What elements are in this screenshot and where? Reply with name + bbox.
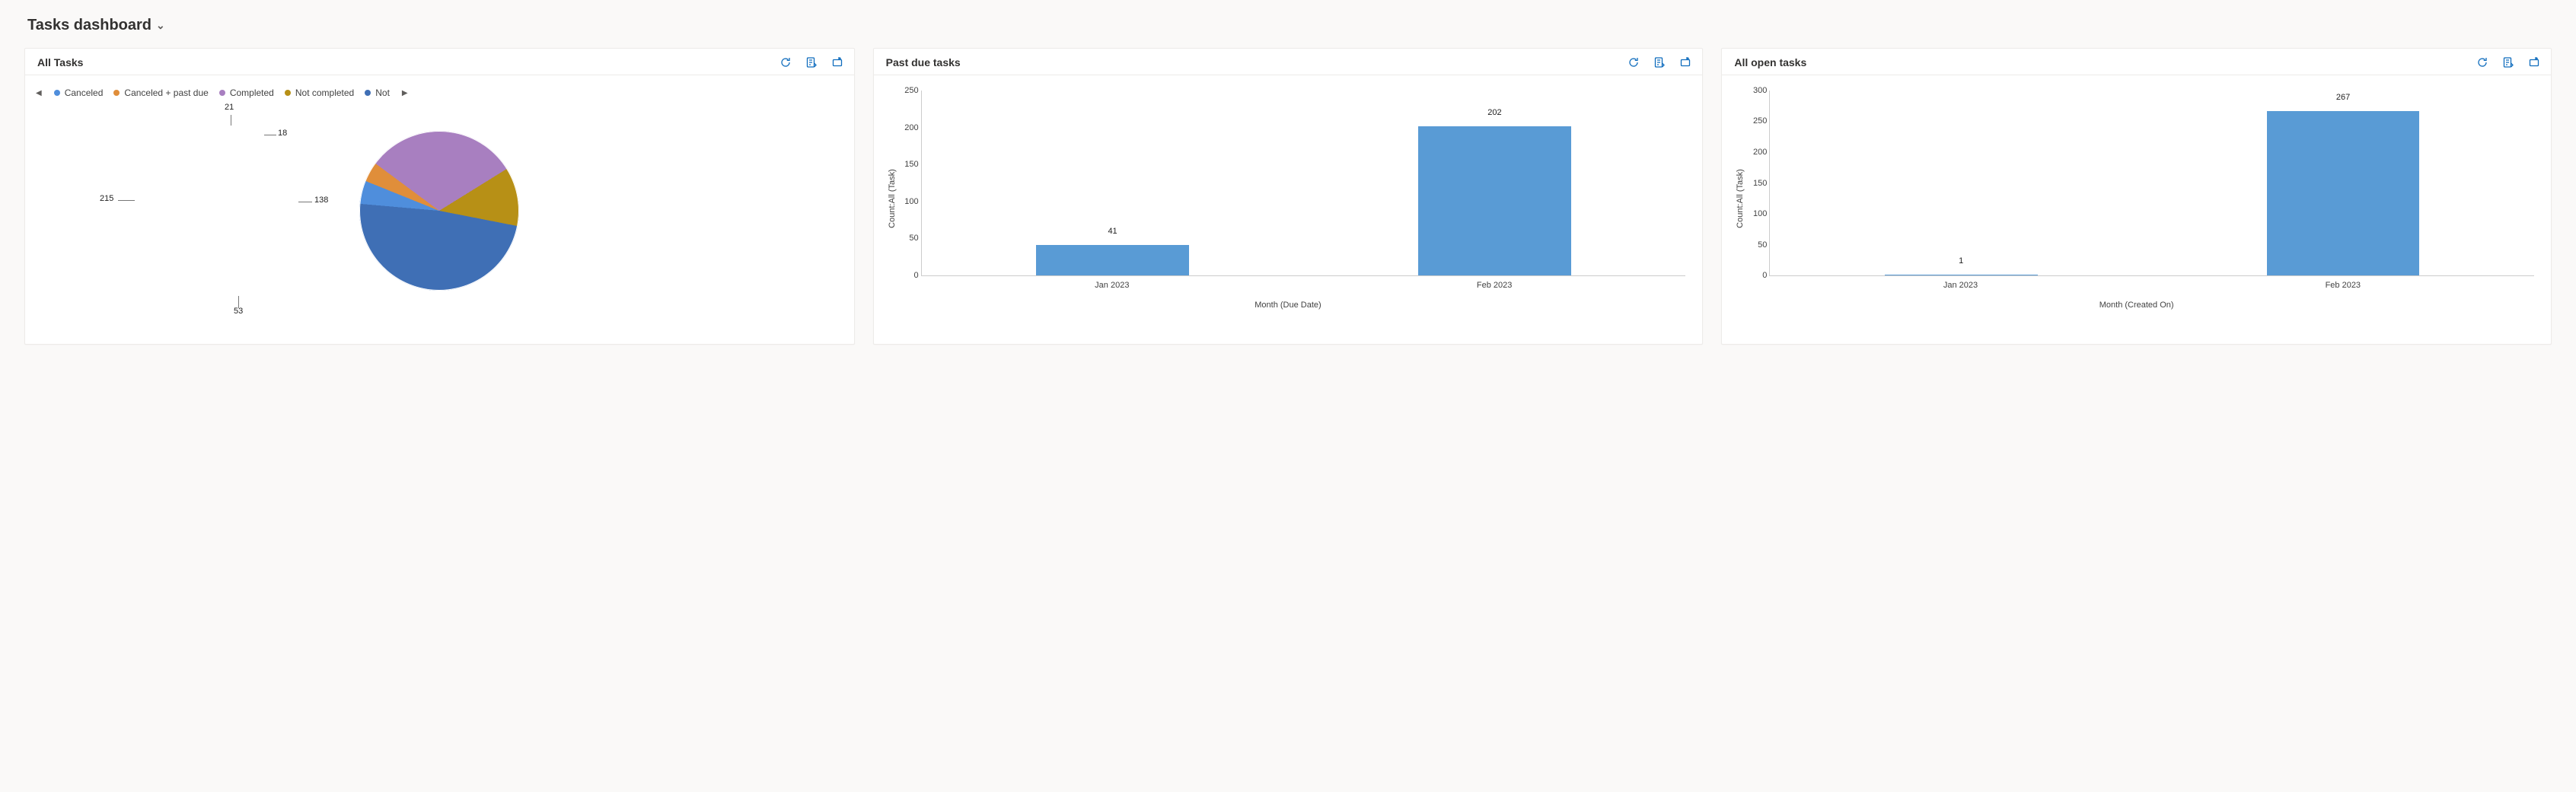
legend-dot: [285, 90, 291, 96]
bar-value-label: 267: [2336, 93, 2350, 102]
pie-legend: ◀ Canceled Canceled + past due Completed: [34, 87, 845, 98]
legend-item-not-completed[interactable]: Not completed: [285, 87, 354, 98]
view-records-icon[interactable]: [805, 56, 818, 68]
legend-item-completed[interactable]: Completed: [219, 87, 274, 98]
y-tick-label: 300: [1747, 86, 1767, 95]
card-header: All Tasks: [25, 49, 854, 75]
legend-item-canceled[interactable]: Canceled: [54, 87, 104, 98]
y-axis-label: Count:All (Task): [1736, 169, 1745, 228]
legend-label: Completed: [230, 87, 274, 98]
bar[interactable]: [1036, 245, 1189, 275]
y-tick-label: 150: [1747, 179, 1767, 188]
bar-value-label: 41: [1108, 227, 1117, 236]
card-title: Past due tasks: [886, 56, 961, 68]
legend-label: Canceled + past due: [124, 87, 208, 98]
x-tick-label: Feb 2023: [1477, 281, 1512, 290]
bar-chart-all-open[interactable]: Count:All (Task) 0501001502002503001267 …: [1731, 84, 2542, 313]
expand-icon[interactable]: [831, 56, 843, 68]
y-tick-label: 50: [899, 234, 919, 243]
y-tick-label: 250: [1747, 116, 1767, 126]
legend-right-icon[interactable]: ▶: [400, 89, 410, 97]
legend-label: Not: [375, 87, 390, 98]
card-all-tasks: All Tasks ◀: [24, 48, 855, 345]
page-title-text: Tasks dashboard: [27, 17, 151, 34]
pie-graphic: [353, 124, 527, 297]
x-tick-label: Jan 2023: [1095, 281, 1129, 290]
x-axis-label: Month (Created On): [2099, 301, 2174, 310]
bar-value-label: 202: [1487, 108, 1501, 117]
legend-dot: [113, 90, 120, 96]
page-title[interactable]: Tasks dashboard ⌄: [27, 17, 2552, 34]
legend-dot: [54, 90, 60, 96]
x-tick-label: Jan 2023: [1943, 281, 1978, 290]
view-records-icon[interactable]: [2502, 56, 2514, 68]
chevron-down-icon: ⌄: [156, 19, 165, 32]
pie-value-label: 215: [100, 194, 113, 203]
legend-dot: [219, 90, 225, 96]
card-title: All open tasks: [1734, 56, 1806, 68]
y-tick-label: 0: [899, 271, 919, 280]
y-axis-label: Count:All (Task): [888, 169, 897, 228]
y-tick-label: 0: [1747, 271, 1767, 280]
x-tick-label: Feb 2023: [2326, 281, 2361, 290]
pie-value-label: 18: [278, 129, 287, 138]
y-tick-label: 50: [1747, 240, 1767, 250]
expand-icon[interactable]: [2528, 56, 2540, 68]
y-tick-label: 100: [1747, 209, 1767, 218]
card-actions: [2476, 56, 2540, 68]
y-tick-label: 200: [899, 123, 919, 132]
expand-icon[interactable]: [1679, 56, 1691, 68]
pie-value-label: 53: [234, 307, 243, 316]
dashboard-cards: All Tasks ◀: [24, 48, 2552, 345]
y-tick-label: 200: [1747, 148, 1767, 157]
y-tick-label: 150: [899, 160, 919, 169]
bar-value-label: 1: [1959, 256, 1963, 266]
legend-label: Canceled: [65, 87, 104, 98]
bar-chart-past-due[interactable]: Count:All (Task) 0 50 100 150 200 250 41 202 Mo…: [883, 84, 1694, 313]
card-past-due: Past due tasks Count:All (Task) 05: [873, 48, 1704, 345]
view-records-icon[interactable]: [1653, 56, 1666, 68]
refresh-icon[interactable]: [1628, 56, 1640, 68]
legend-left-icon[interactable]: ◀: [34, 89, 43, 97]
x-axis-label: Month (Due Date): [1255, 301, 1321, 310]
card-all-open: All open tasks Count:All (Task) 05: [1721, 48, 2552, 345]
legend-item-not[interactable]: Not: [365, 87, 390, 98]
refresh-icon[interactable]: [2476, 56, 2488, 68]
y-tick-label: 100: [899, 197, 919, 206]
pie-value-label: 21: [225, 103, 234, 112]
legend-label: Not completed: [295, 87, 354, 98]
leader-line: [118, 200, 135, 201]
bar[interactable]: [2267, 111, 2420, 275]
pie-value-label: 138: [314, 196, 328, 205]
card-actions: [1628, 56, 1691, 68]
card-header: All open tasks: [1722, 49, 2551, 75]
plot-area: 0501001502002503001267: [1769, 91, 2534, 276]
card-actions: [779, 56, 843, 68]
card-header: Past due tasks: [874, 49, 1703, 75]
bar[interactable]: [1418, 126, 1571, 275]
y-tick-label: 250: [899, 86, 919, 95]
plot-area: 05010015020025041202: [921, 91, 1686, 276]
pie-chart[interactable]: 21 18 138 53 215: [34, 104, 845, 317]
card-title: All Tasks: [37, 56, 83, 68]
legend-dot: [365, 90, 371, 96]
legend-item-canceled-past-due[interactable]: Canceled + past due: [113, 87, 208, 98]
refresh-icon[interactable]: [779, 56, 792, 68]
